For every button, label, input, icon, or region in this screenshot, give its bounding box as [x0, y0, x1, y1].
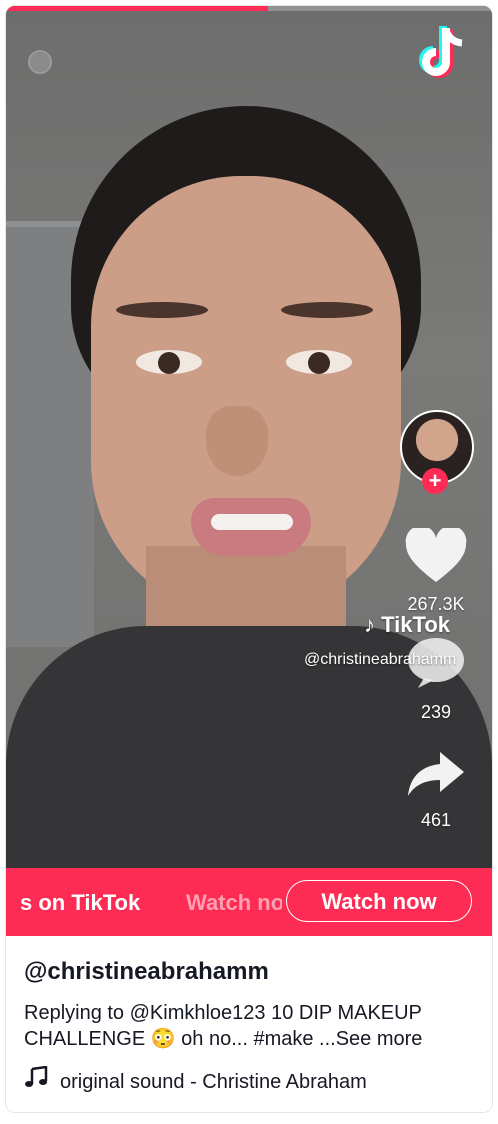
left-eye — [136, 350, 202, 374]
left-pupil — [158, 352, 180, 374]
watch-banner: s on TikTok Watch now Watch now — [6, 868, 492, 936]
post-username[interactable]: @christineabrahamm — [24, 958, 269, 986]
progress-track[interactable] — [6, 6, 492, 11]
heart-icon[interactable] — [404, 528, 468, 584]
teeth — [211, 514, 293, 530]
watermark-logo-text: TikTok — [381, 612, 450, 637]
right-pupil — [308, 352, 330, 374]
sound-label: original sound - Christine Abraham — [60, 1071, 367, 1093]
watch-now-button[interactable]: Watch now — [286, 880, 472, 922]
right-eyebrow — [281, 302, 373, 318]
post-info: @christineabrahamm Replying to @Kimkhloe… — [6, 936, 492, 1112]
sound-row[interactable]: original sound - Christine Abraham — [24, 1066, 367, 1094]
comment-count: 239 — [420, 702, 452, 722]
watermark-logo: ♪ TikTok — [364, 612, 450, 637]
watermark-username: @christineabrahamm — [304, 651, 457, 668]
left-eyebrow — [116, 302, 208, 318]
tiktok-embed-card: + 267.3K 239 461 ♪ TikTok @christineabra… — [5, 5, 493, 1113]
camera-lens-icon — [28, 50, 52, 74]
banner-marquee-text: s on TikTok — [20, 890, 141, 915]
see-more-link[interactable]: ...See more — [319, 1028, 422, 1050]
tiktok-logo-icon[interactable] — [414, 24, 472, 86]
post-caption: Replying to @Kimkhloe123 10 DIP MAKEUP C… — [24, 1000, 484, 1052]
plus-icon[interactable]: + — [422, 468, 448, 494]
progress-fill — [6, 6, 269, 11]
right-eye — [286, 350, 352, 374]
share-count: 461 — [420, 810, 452, 830]
nose — [206, 406, 268, 476]
video-player[interactable]: + 267.3K 239 461 ♪ TikTok @christineabra… — [6, 6, 492, 868]
share-arrow-icon[interactable] — [404, 746, 468, 802]
music-note-icon — [25, 1066, 48, 1087]
banner-marquee-faded: Watch now — [186, 890, 282, 915]
